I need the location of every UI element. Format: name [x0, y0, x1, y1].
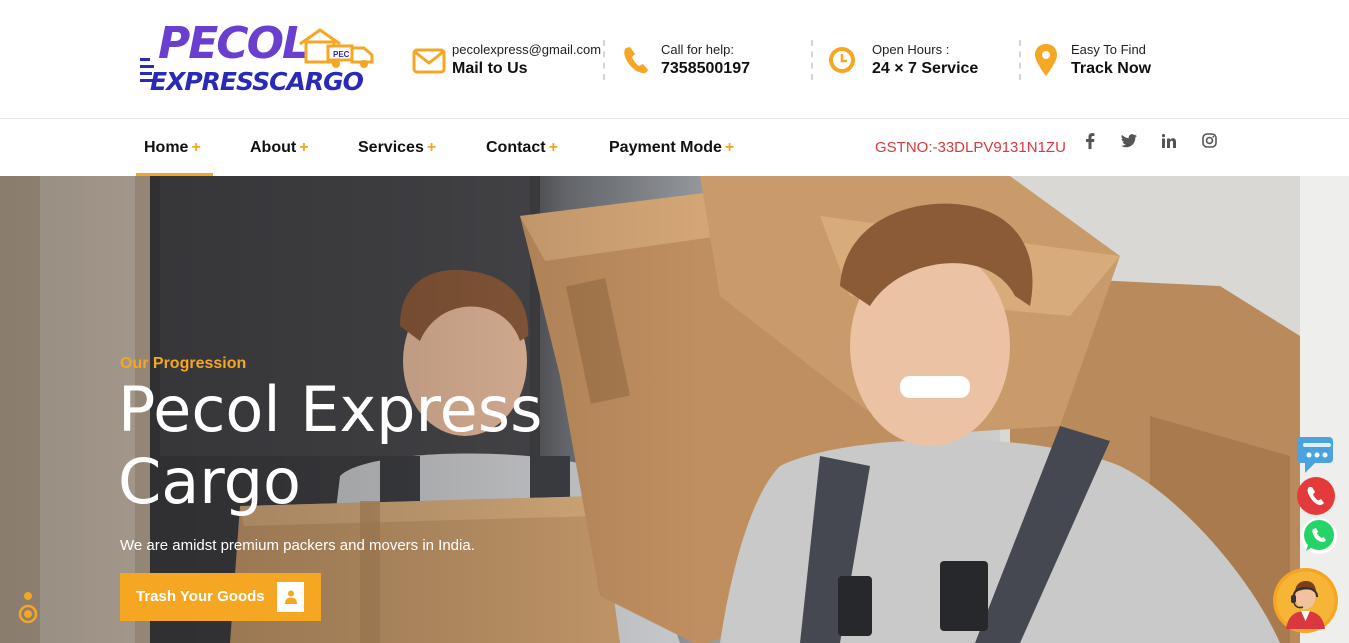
plus-icon: +	[548, 139, 558, 156]
nav-item-label: Payment Mode	[609, 139, 722, 156]
nav-item-label: Contact	[486, 139, 546, 156]
header-divider	[811, 40, 813, 80]
scroll-indicator-icon[interactable]	[18, 590, 38, 630]
nav-item-contact[interactable]: Contact +	[486, 120, 558, 176]
main-nav: Home + About + Services + Contact + Payment …	[0, 120, 1349, 176]
contact-mail-line2: Mail to Us	[452, 60, 528, 77]
mail-icon	[412, 48, 446, 74]
logo-text-top: PECOL	[158, 18, 310, 69]
logo-truck-icon: PEC	[299, 28, 374, 68]
chat-icon[interactable]	[1295, 435, 1337, 475]
nav-item-services[interactable]: Services +	[358, 120, 436, 176]
plus-icon: +	[191, 139, 201, 156]
plus-icon: +	[299, 139, 309, 156]
whatsapp-icon[interactable]	[1300, 517, 1338, 555]
logo-text-bottom: EXPRESSCARGO	[150, 67, 364, 96]
hero-subtitle: We are amidst premium packers and movers…	[120, 537, 475, 554]
nav-item-label: Services	[358, 139, 424, 156]
contact-track-line1: Easy To Find	[1071, 42, 1146, 57]
cta-label: Trash Your Goods	[136, 588, 265, 605]
contact-mail-line1: pecolexpress@gmail.com	[452, 42, 602, 57]
header-divider	[1019, 40, 1021, 80]
contact-track[interactable]: Easy To Find Track Now	[1035, 40, 1185, 80]
header-divider	[603, 40, 605, 80]
contact-hours-line2: 24 × 7 Service	[872, 60, 979, 77]
hero-banner: Our Progression Pecol Express Cargo We a…	[0, 176, 1349, 643]
nav-item-about[interactable]: About +	[250, 120, 309, 176]
nav-item-payment-mode[interactable]: Payment Mode +	[609, 120, 734, 176]
linkedin-icon[interactable]	[1159, 133, 1179, 153]
contact-phone-line1: Call for help:	[661, 42, 734, 57]
map-pin-icon	[1035, 44, 1057, 76]
user-icon	[277, 582, 304, 612]
contact-hours-line1: Open Hours :	[872, 42, 950, 57]
site-logo[interactable]: PECOL EXPRESSCARGO PEC	[140, 20, 380, 100]
gst-number: GSTNO:-33DLPV9131N1ZU	[875, 139, 1066, 156]
nav-item-label: About	[250, 139, 297, 156]
nav-item-label: Home	[144, 139, 189, 156]
instagram-icon[interactable]	[1199, 133, 1219, 153]
contact-track-line2: Track Now	[1071, 60, 1152, 77]
facebook-icon[interactable]	[1080, 133, 1100, 153]
support-agent-icon[interactable]	[1272, 567, 1339, 634]
logo-badge-text: PEC	[333, 50, 350, 59]
twitter-icon[interactable]	[1119, 133, 1139, 153]
contact-mail[interactable]: pecolexpress@gmail.com Mail to Us	[412, 40, 604, 80]
hero-title: Pecol Express Cargo	[118, 373, 543, 518]
plus-icon: +	[724, 139, 735, 156]
call-icon[interactable]	[1296, 476, 1336, 516]
contact-phone[interactable]: Call for help: 7358500197	[621, 40, 801, 80]
phone-icon	[624, 47, 648, 74]
contact-phone-line2: 7358500197	[661, 60, 750, 77]
nav-item-home[interactable]: Home +	[136, 120, 213, 176]
trash-your-goods-button[interactable]: Trash Your Goods	[120, 573, 321, 621]
hero-kicker: Our Progression	[120, 355, 247, 372]
clock-icon	[829, 47, 855, 73]
top-header: PECOL EXPRESSCARGO PEC pecolexpress@gmai…	[0, 0, 1349, 119]
plus-icon: +	[426, 139, 437, 156]
contact-hours[interactable]: Open Hours : 24 × 7 Service	[828, 40, 1008, 80]
